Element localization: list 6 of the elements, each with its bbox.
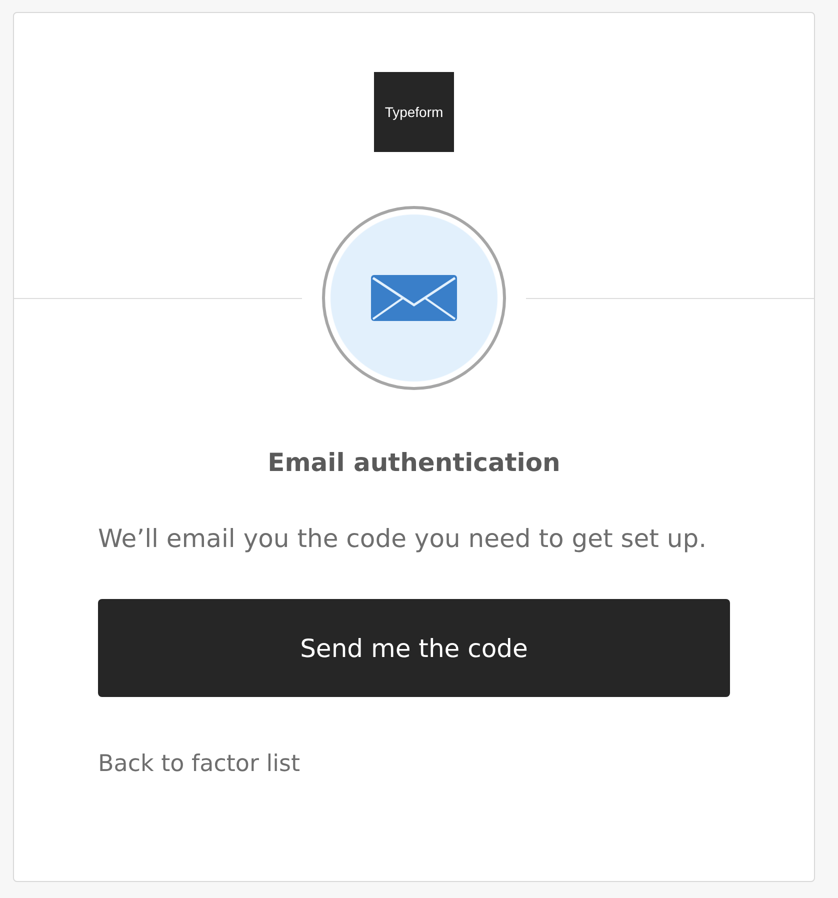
back-link[interactable]: Back to factor list: [98, 751, 730, 777]
send-code-button[interactable]: Send me the code: [98, 599, 730, 697]
envelope-icon: [371, 275, 457, 321]
logo: Typeform: [374, 72, 454, 152]
description: We’ll email you the code you need to get set up.: [98, 523, 708, 555]
title: Email authentication: [268, 448, 560, 477]
